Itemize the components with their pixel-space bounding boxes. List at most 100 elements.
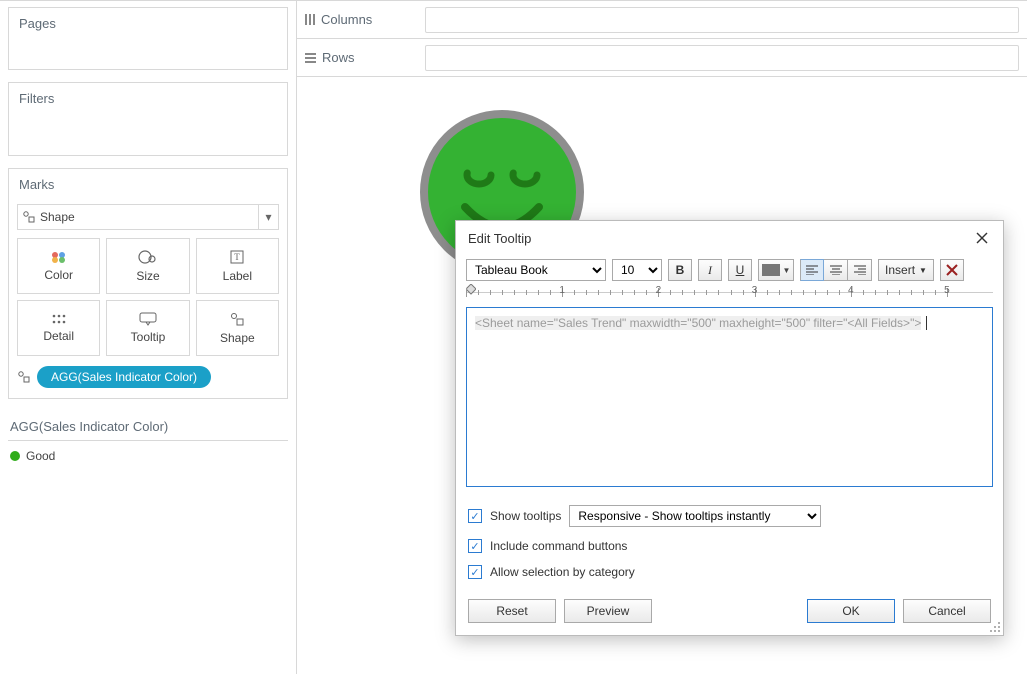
- font-family-select[interactable]: Tableau Book: [466, 259, 606, 281]
- rows-icon: [305, 53, 316, 63]
- dialog-buttons: Reset Preview OK Cancel: [456, 589, 1003, 635]
- ruler-tick: [875, 290, 876, 295]
- allow-selection-checkbox[interactable]: ✓: [468, 565, 482, 579]
- cancel-button[interactable]: Cancel: [903, 599, 991, 623]
- ruler-number: 5: [944, 285, 950, 296]
- mark-shape-button[interactable]: Shape: [196, 300, 279, 356]
- rows-drop-target[interactable]: [425, 45, 1019, 71]
- mark-size-button[interactable]: Size: [106, 238, 189, 294]
- font-color-button[interactable]: ▼: [758, 259, 794, 281]
- ruler-tick: [574, 290, 575, 295]
- mark-color-label: Color: [44, 268, 73, 282]
- ruler-tick: [706, 290, 707, 295]
- insert-menu-button[interactable]: Insert ▼: [878, 259, 934, 281]
- show-tooltips-checkbox[interactable]: ✓: [468, 509, 482, 523]
- marks-card: Marks Shape ▾: [8, 168, 288, 399]
- tooltip-mode-select[interactable]: Responsive - Show tooltips instantly: [569, 505, 821, 527]
- include-command-buttons-checkbox[interactable]: ✓: [468, 539, 482, 553]
- dialog-title-text: Edit Tooltip: [468, 231, 531, 246]
- ruler-tick: [815, 290, 816, 295]
- include-command-buttons-label: Include command buttons: [490, 539, 627, 553]
- mark-label-button[interactable]: T Label: [196, 238, 279, 294]
- ruler-tick: [550, 290, 551, 295]
- rows-shelf-label: Rows: [305, 50, 425, 65]
- tooltip-editor-content: <Sheet name="Sales Trend" maxwidth="500"…: [475, 316, 921, 330]
- ruler-tick: [466, 288, 467, 297]
- marks-grid: Color Size T Label: [17, 238, 279, 356]
- mark-color-button[interactable]: Color: [17, 238, 100, 294]
- mark-type-dropdown[interactable]: Shape ▾: [17, 204, 279, 230]
- ruler-tick: [863, 290, 864, 295]
- tooltip-ruler[interactable]: 12345: [466, 285, 993, 303]
- columns-drop-target[interactable]: [425, 7, 1019, 33]
- shape-pill-icon: [17, 370, 31, 384]
- reset-button[interactable]: Reset: [468, 599, 556, 623]
- legend-swatch-icon: [10, 451, 20, 461]
- ruler-tick: [538, 290, 539, 295]
- underline-button[interactable]: U: [728, 259, 752, 281]
- ruler-tick: [622, 290, 623, 295]
- indent-marker-icon[interactable]: [466, 284, 476, 294]
- close-icon[interactable]: [973, 229, 991, 247]
- color-legend-title: AGG(Sales Indicator Color): [8, 413, 288, 440]
- columns-icon: [305, 14, 315, 25]
- shape-icon: [18, 210, 40, 224]
- marks-shape-pill-row: AGG(Sales Indicator Color): [17, 366, 279, 388]
- chevron-down-icon: ▼: [919, 266, 927, 275]
- left-sidebar: Pages Filters Marks Shape ▾: [0, 1, 297, 674]
- tooltip-editor[interactable]: <Sheet name="Sales Trend" maxwidth="500"…: [466, 307, 993, 487]
- bold-button[interactable]: B: [668, 259, 692, 281]
- clear-formatting-button[interactable]: [940, 259, 964, 281]
- columns-shelf[interactable]: Columns: [297, 1, 1027, 39]
- mark-tooltip-button[interactable]: Tooltip: [106, 300, 189, 356]
- ruler-number: 4: [848, 285, 854, 296]
- align-right-button[interactable]: [848, 259, 872, 281]
- show-tooltips-row: ✓ Show tooltips Responsive - Show toolti…: [468, 499, 991, 533]
- ruler-number: 2: [656, 285, 662, 296]
- mark-tooltip-label: Tooltip: [131, 330, 166, 344]
- ruler-tick: [923, 290, 924, 295]
- ruler-tick: [634, 290, 635, 295]
- ruler-tick: [803, 290, 804, 295]
- mark-type-dropdown-label: Shape: [40, 210, 258, 224]
- mark-detail-button[interactable]: Detail: [17, 300, 100, 356]
- ruler-tick: [935, 290, 936, 295]
- ruler-tick: [598, 290, 599, 295]
- filters-shelf-card[interactable]: Filters: [8, 82, 288, 156]
- legend-item-label: Good: [26, 449, 55, 463]
- ruler-number: 3: [752, 285, 758, 296]
- shelves-area: Columns Rows: [297, 1, 1027, 77]
- ruler-tick: [718, 290, 719, 295]
- shape-pill[interactable]: AGG(Sales Indicator Color): [37, 366, 211, 388]
- legend-item-good[interactable]: Good: [8, 447, 288, 465]
- resize-grip-icon[interactable]: [989, 621, 1001, 633]
- include-command-buttons-row: ✓ Include command buttons: [468, 533, 991, 559]
- ruler-tick: [827, 290, 828, 295]
- ruler-tick: [911, 290, 912, 295]
- pages-shelf-card[interactable]: Pages: [8, 7, 288, 70]
- ok-button[interactable]: OK: [807, 599, 895, 623]
- rows-shelf[interactable]: Rows: [297, 39, 1027, 77]
- pages-shelf-title: Pages: [9, 8, 287, 39]
- ruler-tick: [887, 290, 888, 295]
- italic-button[interactable]: I: [698, 259, 722, 281]
- detail-icon: [51, 313, 67, 325]
- ruler-tick: [490, 290, 491, 295]
- ruler-tick: [646, 290, 647, 295]
- preview-button[interactable]: Preview: [564, 599, 652, 623]
- text-caret: [922, 316, 926, 330]
- tooltip-options: ✓ Show tooltips Responsive - Show toolti…: [456, 495, 1003, 589]
- ruler-tick: [526, 290, 527, 295]
- columns-shelf-label: Columns: [305, 12, 425, 27]
- align-center-button[interactable]: [824, 259, 848, 281]
- app-root: Pages Filters Marks Shape ▾: [0, 0, 1027, 674]
- align-left-button[interactable]: [800, 259, 824, 281]
- font-color-swatch-icon: [762, 264, 780, 276]
- color-legend-card: AGG(Sales Indicator Color) Good: [8, 413, 288, 465]
- font-size-select[interactable]: 10: [612, 259, 662, 281]
- chevron-down-icon: ▼: [783, 266, 791, 275]
- ruler-tick: [586, 290, 587, 295]
- ruler-tick: [743, 290, 744, 295]
- ruler-tick: [899, 290, 900, 295]
- ruler-tick: [791, 290, 792, 295]
